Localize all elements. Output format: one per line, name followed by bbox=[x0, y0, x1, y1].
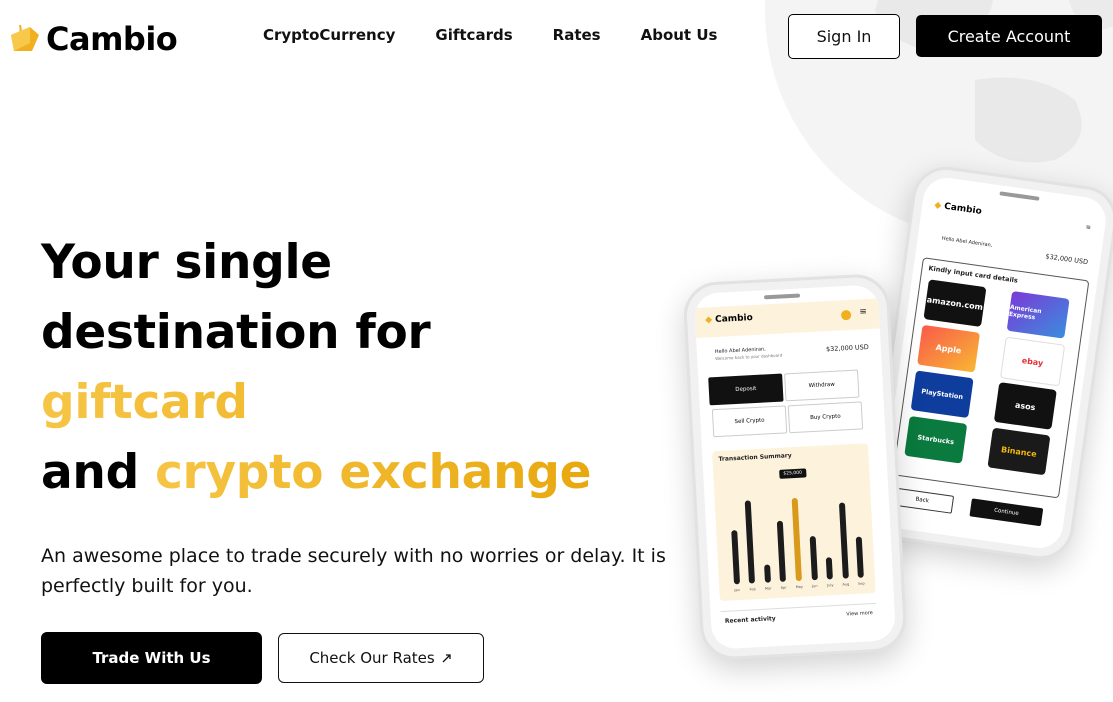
phone-front-menu-icon: ≡ bbox=[859, 307, 868, 318]
chart-month-label: Feb bbox=[749, 587, 756, 592]
phone-back-logo-text: Cambio bbox=[943, 201, 983, 217]
hero-title: Your single destination for giftcard and… bbox=[41, 228, 681, 508]
chart-bar-sep bbox=[855, 536, 865, 578]
starbucks-card-label: Starbucks bbox=[917, 433, 955, 447]
apple-card-label: Apple bbox=[935, 342, 962, 355]
recent-activity-label: Recent activity bbox=[724, 615, 776, 625]
chart-bar-mar bbox=[763, 564, 771, 583]
chart-month-label: Jun bbox=[811, 583, 818, 589]
ebay-card[interactable]: ebay bbox=[999, 336, 1066, 387]
chart-bar-jun bbox=[809, 535, 818, 581]
transaction-bar-chart bbox=[724, 479, 869, 585]
chart-bar-feb bbox=[745, 500, 756, 584]
phone-front-balance: $32,000 USD bbox=[825, 342, 870, 354]
sign-in-button[interactable]: Sign In bbox=[788, 14, 900, 59]
external-link-icon bbox=[442, 654, 451, 663]
amazon-card-label: amazon.com bbox=[926, 294, 984, 312]
asos-card[interactable]: asos bbox=[993, 382, 1057, 430]
phone-back-logo: ◆ Cambio bbox=[933, 200, 983, 217]
hero-line-4-a: and bbox=[41, 445, 139, 500]
hero-line-4: and crypto exchange bbox=[41, 438, 681, 508]
check-rates-button[interactable]: Check Our Rates bbox=[278, 633, 484, 683]
chart-month-labels: Jan Feb Mar Apr May Jun July Aug Sep bbox=[729, 581, 869, 596]
sell-crypto-button[interactable]: Sell Crypto bbox=[711, 405, 788, 438]
check-rates-label: Check Our Rates bbox=[309, 649, 435, 667]
card-panel: Kindly input card details amazon.com Ame… bbox=[892, 257, 1090, 499]
menu-icon: ≡ bbox=[1085, 223, 1092, 232]
hero-line-4-b: crypto exchange bbox=[155, 445, 592, 500]
create-account-button[interactable]: Create Account bbox=[916, 15, 1102, 57]
transaction-summary-panel: Transaction Summary $25,000 Jan Feb Mar Apr… bbox=[712, 443, 876, 602]
brand-logo[interactable]: Cambio bbox=[8, 20, 178, 58]
hero-line-2: destination for bbox=[41, 305, 431, 360]
phone-mockup-front: ◆ Cambio ≡ Hello Abel Adeniran, Welcome b… bbox=[682, 272, 908, 662]
chart-month-label: Mar bbox=[764, 586, 772, 591]
nav-giftcards[interactable]: Giftcards bbox=[435, 26, 512, 44]
chart-bar-july bbox=[825, 557, 834, 580]
amazon-card[interactable]: amazon.com bbox=[923, 279, 987, 327]
brand-name: Cambio bbox=[46, 20, 178, 58]
chart-month-label: July bbox=[827, 583, 834, 588]
binance-card-label: Binance bbox=[1000, 444, 1038, 459]
ebay-card-label: ebay bbox=[1021, 355, 1044, 368]
playstation-card-label: PlayStation bbox=[920, 387, 964, 402]
chart-bar-aug bbox=[838, 502, 849, 579]
buy-crypto-button[interactable]: Buy Crypto bbox=[787, 401, 864, 434]
phone-front-logo-text: Cambio bbox=[714, 313, 754, 325]
chart-month-label: Apr bbox=[780, 585, 787, 590]
asos-card-label: asos bbox=[1014, 400, 1037, 412]
nav-rates[interactable]: Rates bbox=[553, 26, 601, 44]
phone-back-balance: $32,000 USD bbox=[1044, 252, 1089, 267]
apple-card[interactable]: Apple bbox=[917, 324, 981, 373]
chart-month-label: May bbox=[795, 584, 803, 590]
nav-about-us[interactable]: About Us bbox=[641, 26, 718, 44]
summary-title: Transaction Summary bbox=[718, 452, 792, 463]
starbucks-card[interactable]: Starbucks bbox=[904, 415, 968, 464]
hero-subtitle: An awesome place to trade securely with … bbox=[41, 545, 666, 597]
amex-card[interactable]: American Express bbox=[1006, 290, 1070, 339]
cambio-logo-icon bbox=[11, 24, 39, 51]
playstation-card[interactable]: PlayStation bbox=[910, 370, 974, 419]
recent-activity-row: Recent activity View more bbox=[720, 602, 878, 635]
chart-bar-apr bbox=[777, 520, 787, 582]
deposit-button[interactable]: Deposit bbox=[708, 373, 784, 406]
binance-card[interactable]: Binance bbox=[987, 427, 1051, 476]
chart-bar-may bbox=[791, 497, 802, 582]
hero-line-1: Your single bbox=[41, 235, 332, 290]
phone-back-greeting: Hello Abel Adeniran, bbox=[941, 235, 993, 249]
amex-card-label: American Express bbox=[1008, 303, 1042, 322]
continue-button[interactable]: Continue bbox=[969, 498, 1044, 527]
chart-month-label: Jan bbox=[734, 588, 740, 593]
chart-bar-jan bbox=[731, 530, 740, 585]
main-nav: CryptoCurrency Giftcards Rates About Us bbox=[263, 26, 757, 44]
view-more-link[interactable]: View more bbox=[846, 610, 873, 617]
trade-with-us-button[interactable]: Trade With Us bbox=[41, 632, 262, 684]
chart-month-label: Sep bbox=[858, 581, 865, 586]
withdraw-button[interactable]: Withdraw bbox=[784, 369, 860, 402]
nav-cryptocurrency[interactable]: CryptoCurrency bbox=[263, 26, 395, 44]
hero-line-3: giftcard bbox=[41, 368, 681, 438]
chart-tooltip: $25,000 bbox=[779, 468, 807, 479]
chart-month-label: Aug bbox=[842, 582, 850, 587]
